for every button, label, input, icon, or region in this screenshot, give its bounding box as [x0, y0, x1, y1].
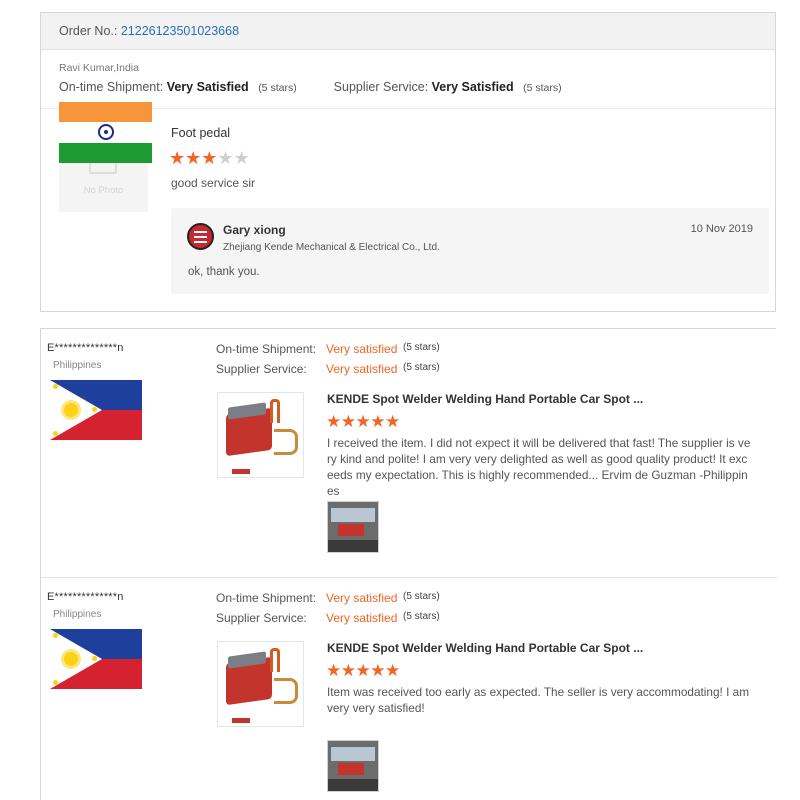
star-filled-icon: ★	[169, 148, 186, 168]
reply-text: ok, thank you.	[188, 266, 260, 278]
company-logo-icon	[187, 223, 214, 250]
star-filled-icon: ★	[185, 148, 202, 168]
ontime-label: On-time Shipment:	[216, 342, 317, 356]
supplier-label: Supplier Service:	[216, 362, 307, 376]
ontime-value: Very satisfied	[326, 591, 398, 605]
order-ratings: On-time Shipment: Very Satisfied (5 star…	[59, 80, 562, 94]
reviewer-country: Philippines	[53, 609, 102, 620]
product-rating-stars: ★★★★★	[326, 412, 400, 431]
ontime-value: Very satisfied	[326, 342, 398, 356]
supplier-stars: (5 stars)	[403, 362, 440, 373]
ontime-stars: (5 stars)	[403, 342, 440, 353]
review-photo[interactable]	[327, 501, 379, 553]
product-rating-stars: ★★★★★	[169, 149, 250, 167]
reply-author: Gary xiong	[223, 223, 286, 237]
ontime-value: Very Satisfied	[166, 80, 249, 94]
supplier-value: Very Satisfied	[431, 80, 514, 94]
product-rating-stars: ★★★★★	[326, 661, 400, 680]
supplier-stars: (5 stars)	[523, 82, 562, 94]
star-empty-icon: ★	[233, 148, 250, 168]
india-flag-icon	[59, 102, 152, 163]
product-thumbnail[interactable]	[217, 641, 304, 727]
supplier-stars: (5 stars)	[403, 611, 440, 622]
review-text: Item was received too early as expected.…	[327, 685, 750, 715]
product-title-link[interactable]: KENDE Spot Welder Welding Hand Portable …	[327, 641, 643, 655]
list-item: E**************n Philippines On-time Shi…	[41, 329, 777, 577]
reply-company: Zhejiang Kende Mechanical & Electrical C…	[223, 242, 440, 253]
philippines-flag-icon	[50, 629, 142, 689]
no-photo-text: No Photo	[83, 185, 124, 196]
ontime-label: On-time Shipment:	[59, 80, 164, 94]
ontime-stars: (5 stars)	[258, 82, 297, 94]
star-empty-icon: ★	[217, 148, 234, 168]
order-number-link[interactable]: 21226123501023668	[121, 24, 239, 38]
order-label: Order No.:	[59, 24, 118, 38]
review-text: I received the item. I did not expect it…	[327, 436, 751, 498]
supplier-reply: Gary xiong Zhejiang Kende Mechanical & E…	[171, 208, 769, 294]
order-header: Order No.: 21226123501023668	[41, 13, 775, 50]
ontime-stars: (5 stars)	[403, 591, 440, 602]
list-item: E**************n Philippines On-time Shi…	[41, 577, 777, 800]
star-filled-icon: ★	[201, 148, 218, 168]
review-photo[interactable]	[327, 740, 379, 792]
supplier-value: Very satisfied	[326, 362, 398, 376]
buyer-name: Ravi Kumar,India	[59, 62, 139, 74]
order-review-card: Order No.: 21226123501023668 Ravi Kumar,…	[40, 12, 776, 312]
reviews-list: E**************n Philippines On-time Shi…	[40, 328, 777, 800]
supplier-value: Very satisfied	[326, 611, 398, 625]
product-thumbnail[interactable]	[217, 392, 304, 478]
reply-date: 10 Nov 2019	[690, 223, 753, 235]
reviewer-name: E**************n	[47, 591, 124, 603]
supplier-label: Supplier Service:	[216, 611, 307, 625]
supplier-label: Supplier Service:	[333, 80, 429, 94]
reviewer-country: Philippines	[53, 360, 102, 371]
philippines-flag-icon	[50, 380, 142, 440]
review-comment: good service sir	[171, 176, 256, 190]
reviewer-name: E**************n	[47, 342, 124, 354]
ontime-label: On-time Shipment:	[216, 591, 317, 605]
product-name: Foot pedal	[171, 126, 231, 140]
product-title-link[interactable]: KENDE Spot Welder Welding Hand Portable …	[327, 392, 643, 406]
